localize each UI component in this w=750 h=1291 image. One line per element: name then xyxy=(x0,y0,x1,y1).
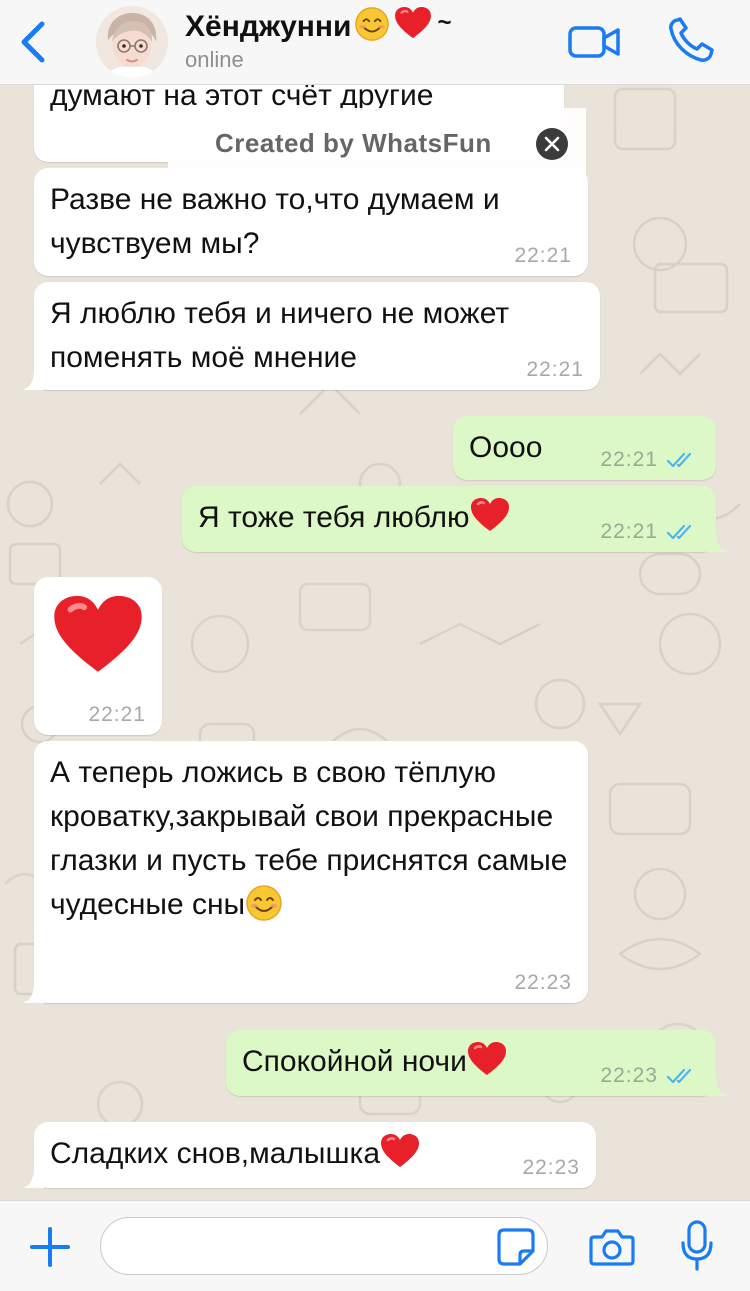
message-time: 22:23 xyxy=(514,971,572,994)
video-camera-icon xyxy=(568,26,620,58)
video-call-button[interactable] xyxy=(568,22,620,62)
smiling-face-emoji-icon xyxy=(245,884,283,922)
message-outgoing-2[interactable]: Я тоже тебя люблю 22:21 xyxy=(182,486,716,552)
avatar[interactable] xyxy=(96,6,168,78)
sticker-icon xyxy=(497,1228,535,1266)
smiling-face-emoji-icon xyxy=(354,6,390,42)
phone-icon xyxy=(669,17,714,62)
message-time: 22:21 xyxy=(514,244,572,267)
message-outgoing-3[interactable]: Спокойной ночи 22:23 xyxy=(226,1030,716,1096)
message-text: Я люблю тебя и ничего не может поменять … xyxy=(50,297,518,374)
message-text: А теперь ложись в свою тёплую кроватку,з… xyxy=(50,756,576,921)
message-time: 22:23 xyxy=(522,1156,580,1179)
message-outgoing-1[interactable]: Оооо 22:21 xyxy=(453,416,716,480)
bubble-tail xyxy=(22,368,44,390)
message-incoming-4[interactable]: А теперь ложись в свою тёплую кроватку,з… xyxy=(34,741,588,1003)
contact-status: online xyxy=(185,47,244,72)
message-time: 22:21 xyxy=(600,520,658,543)
camera-button[interactable] xyxy=(588,1225,636,1269)
bubble-tail xyxy=(706,1074,728,1096)
message-text: Оооо xyxy=(469,431,543,464)
message-text: Сладких снов,малышка xyxy=(50,1137,381,1170)
bubble-tail xyxy=(706,530,728,552)
contact-name-suffix: ~ xyxy=(437,9,452,36)
message-time: 22:21 xyxy=(526,358,584,381)
chat-header: Хёнджунни ~ online xyxy=(0,0,750,85)
message-incoming-emoji[interactable]: 22:21 xyxy=(34,577,162,735)
camera-icon xyxy=(589,1229,635,1266)
message-incoming-2[interactable]: Разве не важно то,что думаем и чувствуем… xyxy=(34,168,588,276)
microphone-button[interactable] xyxy=(680,1219,714,1273)
attach-button[interactable] xyxy=(28,1225,72,1269)
plus-icon xyxy=(30,1227,70,1267)
red-heart-emoji-icon xyxy=(467,1041,507,1077)
microphone-icon xyxy=(681,1220,713,1271)
watermark-text: Created by WhatsFun xyxy=(215,128,492,158)
chevron-left-icon xyxy=(21,21,45,63)
message-text: Я тоже тебя люблю xyxy=(198,501,470,534)
message-text: Разве не важно то,что думаем и чувствуем… xyxy=(50,183,508,260)
voice-call-button[interactable] xyxy=(668,16,714,64)
close-icon xyxy=(544,136,560,152)
bubble-tail xyxy=(22,981,44,1003)
message-input[interactable] xyxy=(100,1217,548,1275)
watermark-close-button[interactable] xyxy=(536,128,568,160)
red-heart-emoji-icon xyxy=(394,6,432,40)
contact-name-text: Хёнджунни xyxy=(185,10,352,43)
message-text: Спокойной ночи xyxy=(242,1045,467,1078)
message-time: 22:21 xyxy=(600,448,658,471)
read-ticks-icon xyxy=(666,1066,698,1086)
read-ticks-icon xyxy=(666,450,698,470)
red-heart-emoji-icon xyxy=(470,497,510,533)
message-incoming-3[interactable]: Я люблю тебя и ничего не может поменять … xyxy=(34,282,600,390)
read-ticks-icon xyxy=(666,522,698,542)
contact-name[interactable]: Хёнджунни ~ xyxy=(185,6,452,44)
big-red-heart-emoji-icon xyxy=(52,593,144,677)
back-button[interactable] xyxy=(14,18,54,66)
message-time: 22:23 xyxy=(600,1064,658,1087)
message-incoming-5[interactable]: Сладких снов,малышка 22:23 xyxy=(34,1122,596,1188)
watermark-banner: Created by WhatsFun xyxy=(168,108,586,180)
bubble-tail xyxy=(22,1166,44,1188)
red-heart-emoji-icon xyxy=(380,1133,420,1169)
message-time: 22:21 xyxy=(88,703,146,726)
sticker-button[interactable] xyxy=(496,1227,536,1267)
composer-bar xyxy=(0,1200,750,1291)
